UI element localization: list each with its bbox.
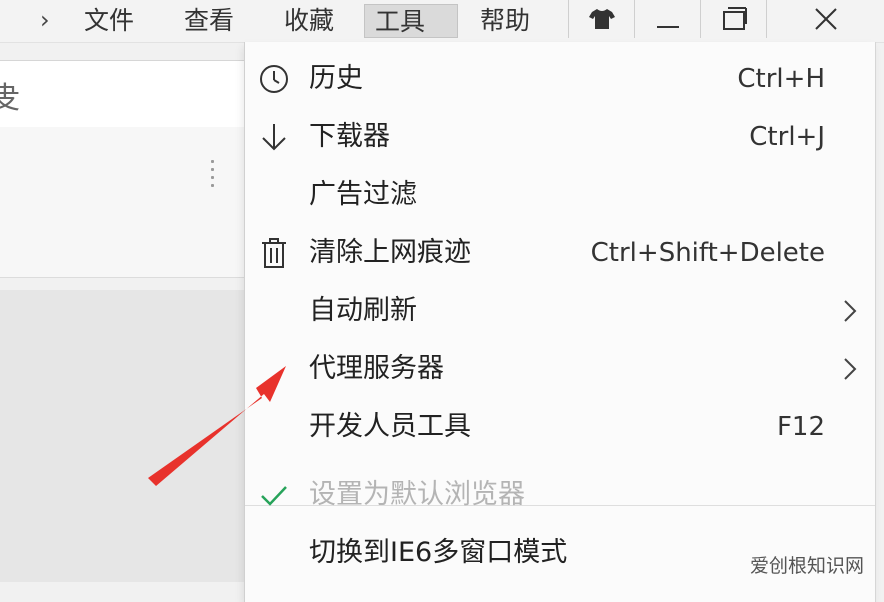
menu-item-set-default-browser[interactable]: 设置为默认浏览器	[245, 466, 875, 524]
minimize-button[interactable]	[634, 0, 700, 38]
clock-icon	[257, 62, 291, 96]
menu-item-label: 清除上网痕迹	[309, 237, 471, 268]
menu-item-label: 广告过滤	[309, 179, 417, 210]
menu-view[interactable]: 查看	[174, 4, 244, 38]
toolbar-strip	[0, 127, 244, 278]
watermark-text: 爱创根知识网	[749, 555, 864, 577]
menu-favorites[interactable]: 收藏	[274, 4, 344, 38]
menu-item-clear-history[interactable]: 清除上网痕迹 Ctrl+Shift+Delete	[245, 224, 875, 282]
menu-item-downloader[interactable]: 下载器 Ctrl+J	[245, 108, 875, 166]
menu-help[interactable]: 帮助	[470, 4, 540, 38]
menu-item-auto-refresh[interactable]: 自动刷新	[245, 282, 875, 340]
menu-item-label: 下载器	[309, 121, 390, 152]
chevron-right-icon	[844, 300, 857, 322]
menu-item-label: 开发人员工具	[309, 411, 471, 442]
address-bar[interactable]: 叏	[0, 60, 244, 128]
menu-item-label: 自动刷新	[309, 295, 417, 326]
menu-item-label: 代理服务器	[309, 353, 444, 384]
menu-item-ad-filter[interactable]: 广告过滤	[245, 166, 875, 224]
download-arrow-icon	[257, 120, 291, 154]
skin-button[interactable]	[568, 0, 634, 38]
menu-item-label: 切换到IE6多窗口模式	[309, 537, 568, 568]
drag-handle[interactable]	[211, 160, 217, 192]
tools-dropdown-menu: 历史 Ctrl+H 下载器 Ctrl+J 广告过滤 清除上网痕迹 Ctrl+Sh…	[244, 42, 876, 602]
restore-icon	[722, 7, 747, 30]
annotation-arrow-icon	[148, 366, 286, 486]
maximize-button[interactable]	[700, 0, 766, 38]
tshirt-icon	[588, 9, 615, 29]
close-icon	[814, 8, 837, 30]
trash-icon	[257, 236, 291, 270]
chevron-right-icon	[844, 358, 857, 380]
address-text: 叏	[0, 81, 20, 116]
menu-bar: › 文件 查看 收藏 工具 帮助	[0, 0, 884, 43]
shortcut-text: Ctrl+J	[749, 122, 825, 152]
menu-tools[interactable]: 工具	[364, 4, 458, 38]
shortcut-text: F12	[776, 412, 825, 442]
minimize-icon	[656, 26, 679, 28]
shortcut-text: Ctrl+H	[737, 64, 825, 94]
close-button[interactable]	[766, 0, 884, 38]
menu-item-label: 设置为默认浏览器	[309, 479, 525, 510]
menu-file[interactable]: 文件	[74, 4, 144, 38]
menu-item-developer-tools[interactable]: 开发人员工具 F12	[245, 398, 875, 456]
chevron-right-icon[interactable]: ›	[40, 6, 50, 34]
menu-item-history[interactable]: 历史 Ctrl+H	[245, 50, 875, 108]
menu-item-label: 历史	[309, 63, 363, 94]
menu-item-proxy-server[interactable]: 代理服务器	[245, 340, 875, 398]
shortcut-text: Ctrl+Shift+Delete	[590, 238, 825, 268]
